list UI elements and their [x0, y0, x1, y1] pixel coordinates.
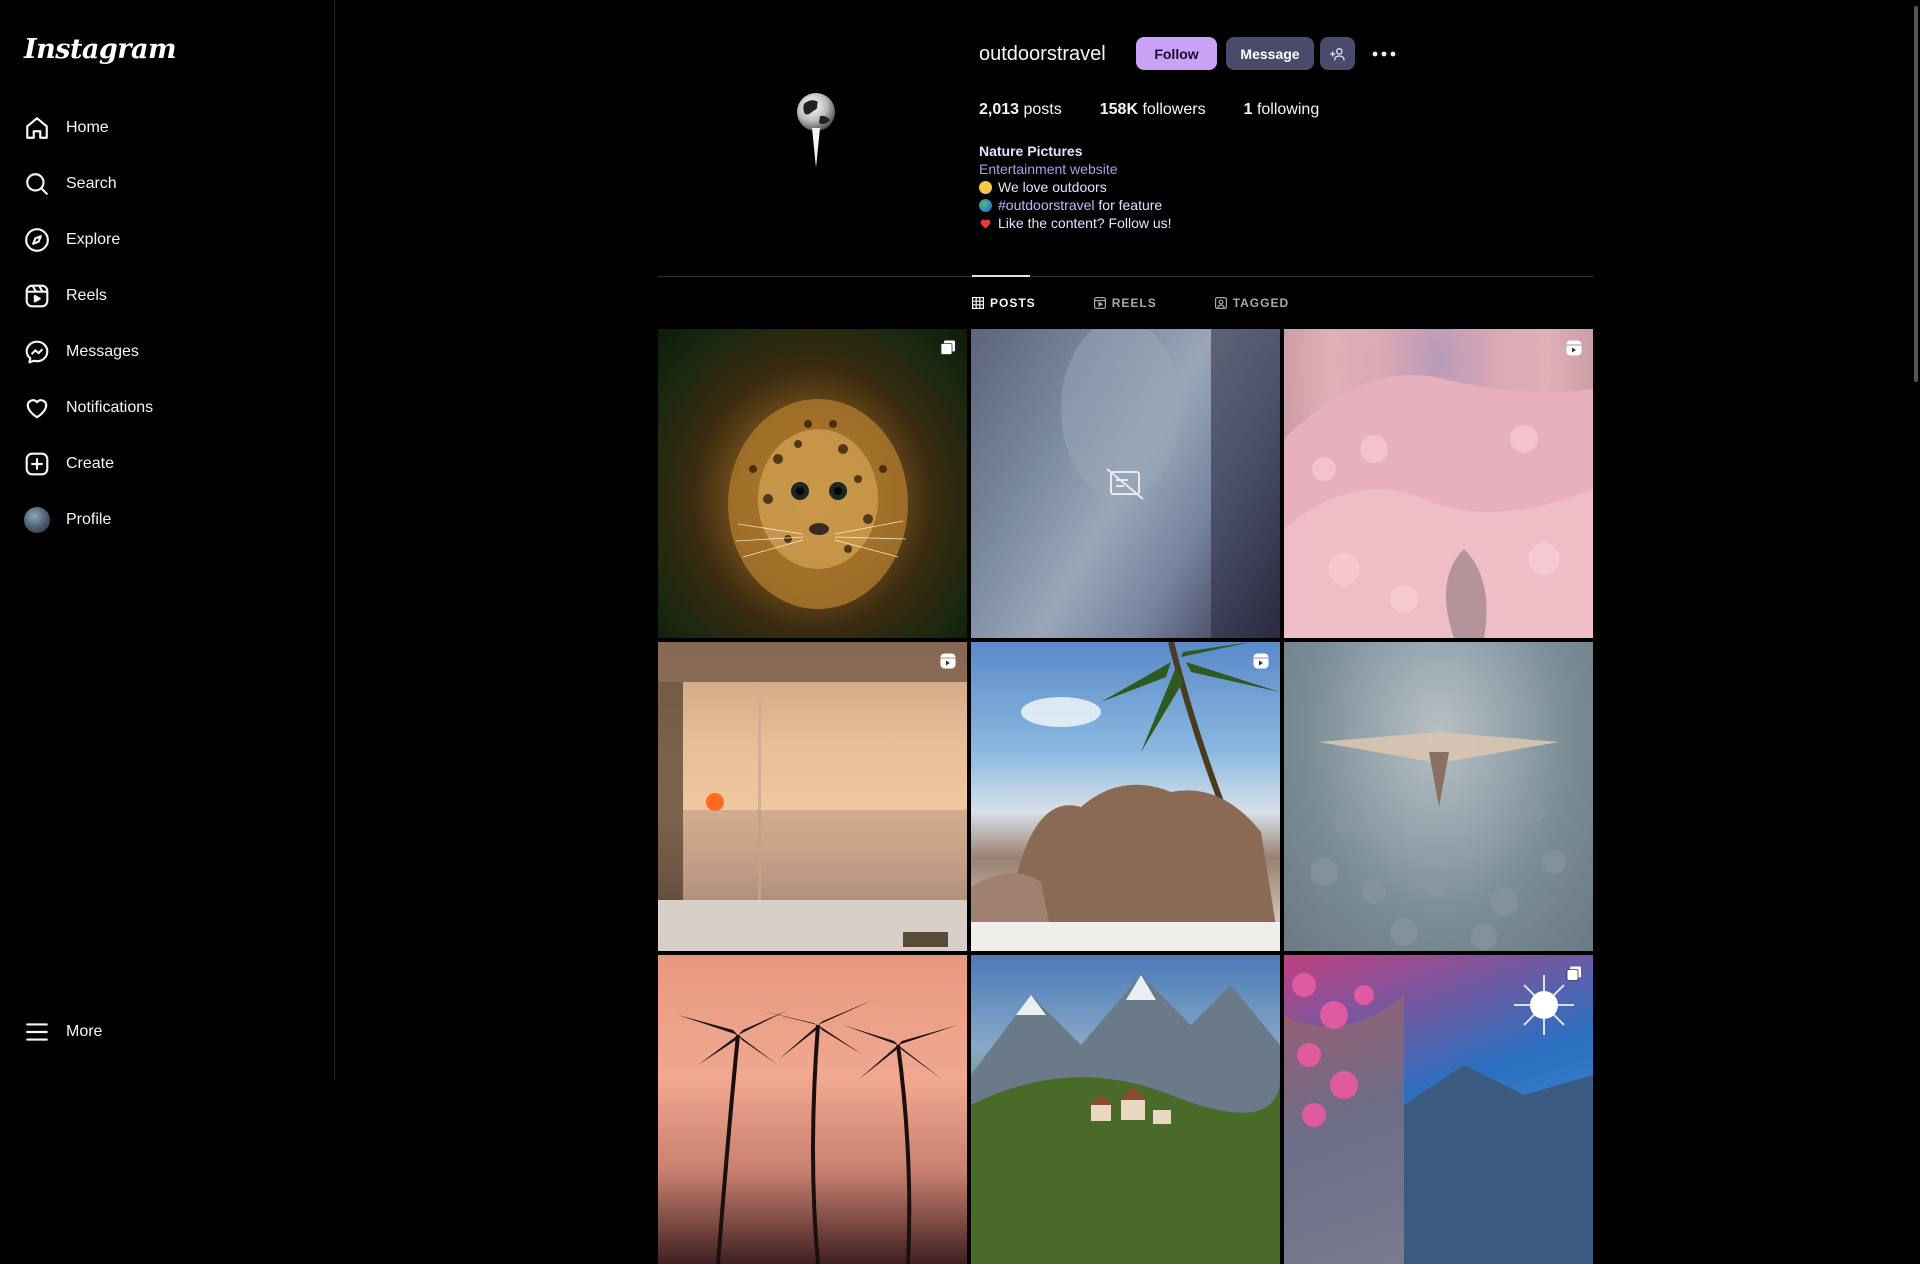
- sidebar-item-messages[interactable]: Messages: [18, 328, 318, 376]
- sidebar-item-label: Reels: [66, 287, 107, 304]
- profile-main: outdoorstravel Follow Message 2,013 post…: [336, 0, 1920, 1264]
- pink-forest-image: [1284, 375, 1593, 638]
- post-tile[interactable]: [971, 642, 1280, 951]
- hashtag-link[interactable]: #outdoorstravel: [998, 197, 1095, 213]
- beach-rocks-image: [971, 642, 1280, 951]
- add-user-icon: [1329, 47, 1345, 61]
- avatar: [24, 507, 50, 533]
- profile-tabs: POSTS REELS TAGGED: [972, 296, 1289, 310]
- unavailable-media-placeholder: [1061, 329, 1280, 638]
- scrollbar-thumb[interactable]: [1914, 6, 1918, 382]
- smiley-emoji-icon: [979, 180, 992, 194]
- more-options-icon[interactable]: [1371, 44, 1397, 64]
- compass-icon: [25, 228, 49, 252]
- page-scrollbar[interactable]: [1912, 0, 1920, 1080]
- sidebar: Instagram Home Search Explore Reels Mess…: [0, 0, 335, 1080]
- sidebar-item-more[interactable]: More: [18, 1008, 318, 1056]
- tab-posts[interactable]: POSTS: [972, 296, 1036, 310]
- post-tile[interactable]: [971, 955, 1280, 1264]
- sidebar-item-label: Home: [66, 119, 109, 136]
- post-tile[interactable]: [1284, 642, 1593, 951]
- leopard-image: [728, 399, 908, 609]
- sidebar-item-label: Create: [66, 455, 115, 472]
- suggested-users-button[interactable]: [1320, 37, 1355, 70]
- bio-line: We love outdoors: [979, 178, 1172, 196]
- sidebar-item-label: Explore: [66, 231, 121, 248]
- palm-trees-image: [678, 1000, 958, 1264]
- sidebar-item-label: More: [66, 1023, 103, 1040]
- mountain-village-image: [971, 975, 1280, 1264]
- followers-link[interactable]: 158K followers: [1100, 101, 1206, 119]
- reel-icon: [940, 653, 956, 669]
- bio-category: Entertainment website: [979, 161, 1118, 177]
- sidebar-item-label: Notifications: [66, 399, 154, 416]
- flowers-coast-image: [1284, 973, 1593, 1264]
- hamburger-icon: [26, 1023, 48, 1041]
- sidebar-item-home[interactable]: Home: [18, 104, 318, 152]
- reels-icon: [25, 284, 49, 308]
- profile-stats: 2,013 posts 158K followers 1 following: [979, 101, 1319, 119]
- carousel-icon: [940, 340, 955, 355]
- red-heart-emoji-icon: [980, 218, 991, 228]
- post-tile[interactable]: [1284, 955, 1593, 1264]
- reel-icon: [1566, 340, 1582, 356]
- post-tile[interactable]: [658, 642, 967, 951]
- post-tile[interactable]: [971, 329, 1280, 638]
- sunset-window-image: [658, 642, 967, 951]
- tag-icon: [1214, 297, 1227, 309]
- globe-emoji-icon: [979, 198, 992, 212]
- posts-count: 2,013 posts: [979, 101, 1062, 118]
- following-link[interactable]: 1 following: [1244, 101, 1320, 119]
- posts-grid: [658, 329, 1594, 1264]
- home-icon: [26, 117, 48, 139]
- sidebar-item-search[interactable]: Search: [18, 160, 318, 208]
- tab-tagged[interactable]: TAGGED: [1214, 296, 1289, 310]
- sidebar-item-profile[interactable]: Profile: [18, 496, 318, 544]
- grid-icon: [972, 297, 984, 309]
- carousel-icon: [1566, 966, 1581, 981]
- profile-bio: Nature Pictures Entertainment website We…: [979, 142, 1172, 232]
- sidebar-item-label: Messages: [66, 343, 139, 360]
- sidebar-item-notifications[interactable]: Notifications: [18, 384, 318, 432]
- message-button[interactable]: Message: [1226, 37, 1314, 70]
- sidebar-item-explore[interactable]: Explore: [18, 216, 318, 264]
- bio-line: #outdoorstravel for feature: [979, 196, 1172, 214]
- post-tile[interactable]: [1284, 329, 1593, 638]
- tabs-divider: [658, 276, 1594, 277]
- search-icon: [26, 173, 48, 195]
- sidebar-item-create[interactable]: Create: [18, 440, 318, 488]
- sidebar-item-label: Search: [66, 175, 117, 192]
- profile-username: outdoorstravel: [979, 43, 1106, 65]
- sidebar-item-label: Profile: [66, 511, 112, 528]
- reels-icon: [1093, 297, 1106, 309]
- bird-over-water-image: [1310, 732, 1566, 950]
- reel-icon: [1253, 653, 1269, 669]
- tab-reels[interactable]: REELS: [1093, 296, 1157, 310]
- profile-picture[interactable]: [766, 90, 866, 180]
- messenger-icon: [25, 340, 49, 364]
- sidebar-item-reels[interactable]: Reels: [18, 272, 318, 320]
- bio-name: Nature Pictures: [979, 143, 1083, 159]
- instagram-logo[interactable]: Instagram: [24, 34, 177, 65]
- follow-button[interactable]: Follow: [1136, 37, 1217, 70]
- plus-square-icon: [25, 452, 49, 476]
- bio-line: Like the content? Follow us!: [979, 214, 1172, 232]
- heart-icon: [26, 399, 48, 419]
- post-tile[interactable]: [658, 329, 967, 638]
- active-tab-indicator: [972, 275, 1030, 277]
- post-tile[interactable]: [658, 955, 967, 1264]
